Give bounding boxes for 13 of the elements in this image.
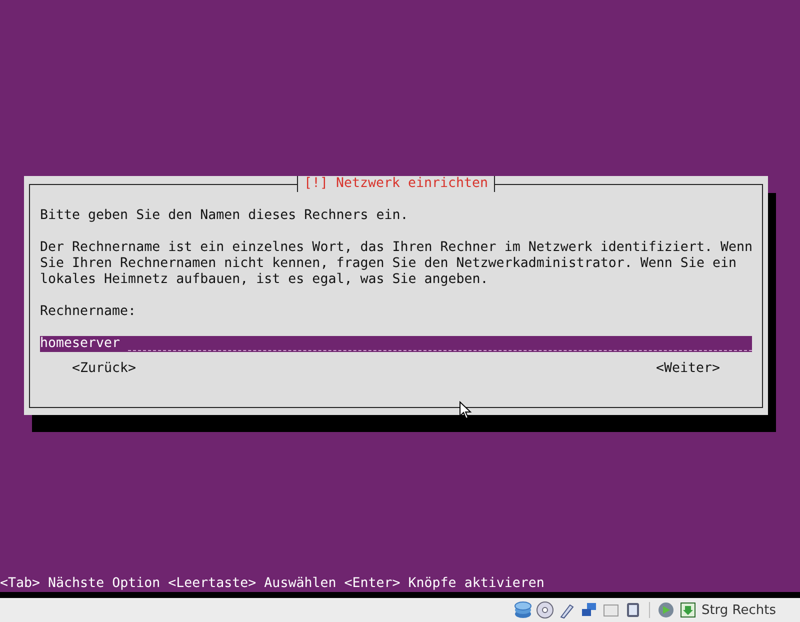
hostname-field[interactable]: homeserver (40, 336, 752, 352)
field-label: Rechnername: (40, 304, 138, 320)
network-icon[interactable] (580, 601, 598, 619)
dialog-button[interactable]: <Weiter> (656, 361, 720, 377)
help-line: <Tab> Nächste Option <Leertaste> Auswählen <Enter> Knöpfe aktivieren (0, 576, 546, 592)
dialog-button[interactable]: <Zurück> (72, 361, 136, 377)
mouse-pointer-icon (459, 401, 472, 420)
host-key-label: Strg Rechts (701, 602, 776, 618)
prompt-text: Bitte geben Sie den Namen dieses Rechners ein. (40, 208, 410, 224)
dialog-title: [!] Netzwerk einrichten (296, 176, 496, 192)
cd-icon[interactable] (536, 601, 554, 619)
disk-stack-icon[interactable] (514, 601, 532, 619)
description-text: Der Rechnername ist ein einzelnes Wort, das Ihren Rechner im Netzwerk identifiziert. Wenn Sie Ihren Rechnernamen nicht kennen, fragen Sie den Netzwerkadministrator. Wenn Sie ein lokales Heimnetz aufbauen, ist es egal, was Sie angeben. (40, 240, 754, 288)
